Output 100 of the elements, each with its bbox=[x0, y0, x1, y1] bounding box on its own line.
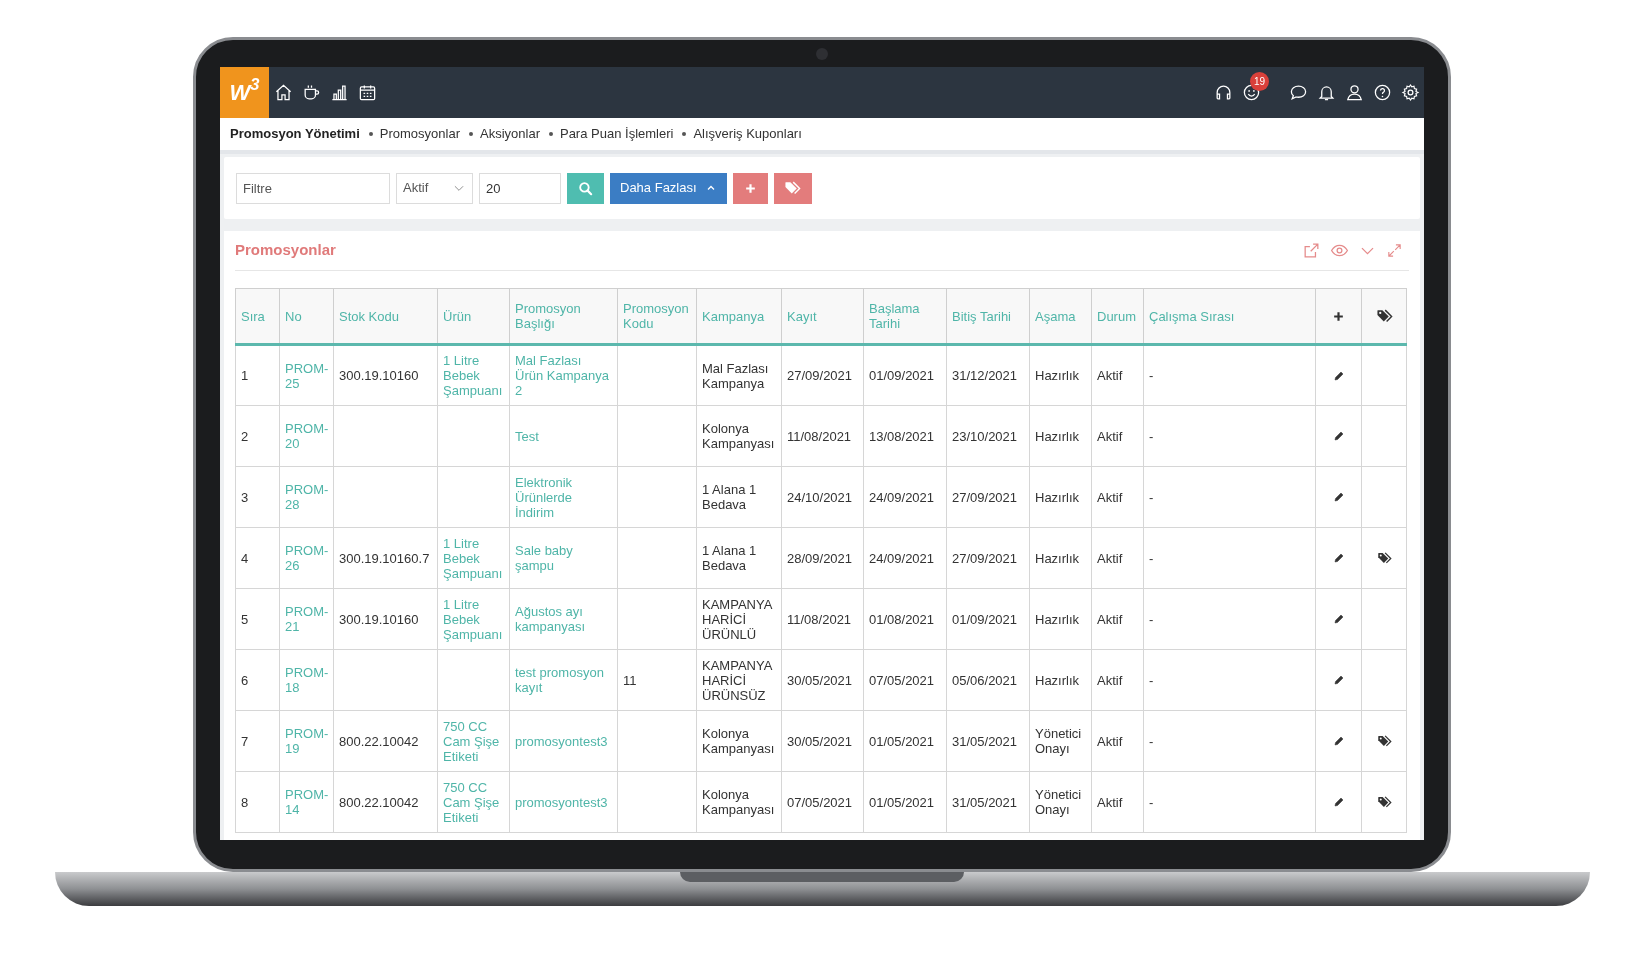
table-cell-text: 13/08/2021 bbox=[869, 428, 936, 444]
column-header[interactable]: Aşama bbox=[1029, 288, 1092, 345]
table-cell: Kolonya Kampanyası bbox=[702, 726, 776, 756]
smiley-icon[interactable] bbox=[1242, 83, 1261, 102]
table-cell-text: Aktif bbox=[1097, 611, 1124, 627]
table-cell-text: 6 bbox=[241, 672, 250, 688]
edit-icon[interactable] bbox=[1332, 796, 1345, 808]
home-icon[interactable] bbox=[274, 83, 293, 102]
table-cell-text: Hazırlık bbox=[1035, 489, 1081, 505]
column-header[interactable]: Bitiş Tarihi bbox=[946, 288, 1030, 345]
column-header[interactable]: Stok Kodu bbox=[333, 288, 438, 345]
table-cell-text: 31/12/2021 bbox=[952, 368, 1019, 383]
tags-icon[interactable] bbox=[1376, 550, 1392, 566]
column-header[interactable]: Promosyon Kodu bbox=[617, 288, 697, 345]
edit-icon[interactable] bbox=[1332, 613, 1345, 625]
column-header[interactable]: No bbox=[279, 288, 334, 345]
bell-icon[interactable] bbox=[1317, 83, 1336, 102]
help-icon[interactable] bbox=[1373, 83, 1392, 102]
user-icon[interactable] bbox=[1345, 83, 1364, 102]
column-header[interactable]: Promosyon Başlığı bbox=[509, 288, 618, 345]
status-dropdown[interactable]: Aktif bbox=[396, 172, 473, 204]
table-cell-text: 1 bbox=[241, 368, 250, 383]
column-header[interactable]: Durum bbox=[1091, 288, 1144, 345]
table-cell-text: Hazırlık bbox=[1035, 550, 1081, 566]
column-header[interactable]: Ürün bbox=[437, 288, 510, 345]
panel-title: Promosyonlar bbox=[235, 240, 336, 261]
chat-icon[interactable] bbox=[1289, 83, 1308, 102]
table-cell-text: KAMPANYA HARİCİ ÜRÜNSÜZ bbox=[702, 657, 774, 703]
plus-icon[interactable] bbox=[1332, 309, 1345, 323]
table-cell-text: 01/09/2021 bbox=[869, 368, 936, 383]
table-cell-text: 31/05/2021 bbox=[952, 733, 1019, 749]
edit-icon[interactable] bbox=[1332, 674, 1345, 686]
table-cell-text: 07/05/2021 bbox=[787, 794, 854, 810]
table-cell-text: Yönetici Onayı bbox=[1035, 787, 1083, 817]
table-cell-text: - bbox=[1149, 489, 1155, 505]
edit-icon[interactable] bbox=[1332, 735, 1345, 747]
table-cell-text: Aktif bbox=[1097, 428, 1124, 444]
breadcrumb-link[interactable]: Para Puan İşlemleri bbox=[559, 124, 674, 144]
tags-icon[interactable] bbox=[1375, 307, 1393, 325]
bar-chart-icon[interactable] bbox=[330, 83, 349, 102]
table-cell-text: 30/05/2021 bbox=[787, 672, 854, 688]
breadcrumb-link[interactable]: Alışveriş Kuponları bbox=[693, 124, 802, 144]
table-cell-text: 1 Alana 1 Bedava bbox=[702, 482, 758, 512]
add-button[interactable] bbox=[732, 172, 768, 204]
table-cell-text: Aktif bbox=[1097, 672, 1124, 688]
table-cell-text: 05/06/2021 bbox=[952, 672, 1019, 688]
table-cell-text: 23/10/2021 bbox=[952, 428, 1019, 444]
table-cell-text: - bbox=[1149, 611, 1155, 627]
table-cell-text: - bbox=[1149, 794, 1155, 810]
table-cell-text: 07/05/2021 bbox=[869, 672, 936, 688]
table-cell-text: - bbox=[1149, 672, 1155, 688]
tags-icon bbox=[784, 179, 802, 197]
table-cell-text: Yönetici Onayı bbox=[1035, 726, 1083, 756]
table-cell-text: 2 bbox=[241, 428, 250, 444]
table-cell-text: 11/08/2021 bbox=[787, 428, 853, 444]
table-cell-text: 27/09/2021 bbox=[787, 368, 854, 383]
table-cell-text: 28/09/2021 bbox=[787, 550, 854, 566]
edit-icon[interactable] bbox=[1332, 491, 1345, 503]
edit-icon[interactable] bbox=[1332, 369, 1345, 382]
table-cell-text: 800.22.10042 bbox=[339, 733, 420, 749]
filter-field[interactable]: Filtre bbox=[236, 172, 390, 204]
cup-icon[interactable] bbox=[302, 83, 321, 102]
count-field[interactable]: 20 bbox=[479, 172, 561, 204]
table-cell-text: 30/05/2021 bbox=[787, 733, 854, 749]
table-cell-text: 11 bbox=[623, 672, 638, 688]
table-cell: Kolonya Kampanyası bbox=[702, 421, 776, 451]
column-header[interactable]: Kayıt bbox=[781, 288, 864, 345]
table-cell-text: KAMPANYA HARİCİ ÜRÜNLÜ bbox=[702, 596, 774, 642]
settings-icon[interactable] bbox=[1401, 83, 1420, 102]
calendar-icon[interactable] bbox=[358, 83, 377, 102]
table-cell-text: 5 bbox=[241, 611, 250, 627]
tags-icon[interactable] bbox=[1376, 733, 1392, 749]
edit-icon[interactable] bbox=[1332, 430, 1345, 442]
logo[interactable]: W$^{3}$ bbox=[220, 67, 269, 118]
column-header[interactable]: Başlama Tarihi bbox=[863, 288, 947, 345]
table-cell-text: 01/05/2021 bbox=[869, 794, 936, 810]
breadcrumb-link[interactable]: Aksiyonlar bbox=[480, 124, 540, 144]
search-icon bbox=[577, 179, 594, 197]
notification-badge: 19 bbox=[1250, 72, 1269, 91]
column-header[interactable]: Kampanya bbox=[696, 288, 782, 345]
table-cell-text: Hazırlık bbox=[1035, 428, 1081, 444]
table-cell-text: 300.19.10160 bbox=[339, 368, 420, 383]
table-cell-text: 7 bbox=[241, 733, 250, 749]
table-cell-text: 1 Alana 1 Bedava bbox=[702, 543, 758, 573]
breadcrumb-link[interactable]: Promosyon Yönetimi bbox=[230, 124, 360, 144]
table-cell-text: 8 bbox=[241, 794, 250, 810]
more-button[interactable]: Daha Fazlası bbox=[610, 172, 727, 204]
table-cell-text: Aktif bbox=[1097, 794, 1124, 810]
tag-button[interactable] bbox=[773, 172, 812, 204]
column-header[interactable]: Çalışma Sırası bbox=[1143, 288, 1316, 345]
table-cell: Kolonya Kampanyası bbox=[702, 787, 776, 817]
table-cell-text: Aktif bbox=[1097, 489, 1124, 505]
column-header[interactable]: Sıra bbox=[235, 288, 280, 345]
table-cell-text: Hazırlık bbox=[1035, 611, 1081, 627]
edit-icon[interactable] bbox=[1332, 552, 1345, 564]
table-cell-text: - bbox=[1149, 550, 1155, 566]
table-cell-text: 800.22.10042 bbox=[339, 794, 420, 810]
breadcrumb-link[interactable]: Promosyonlar bbox=[379, 124, 460, 144]
tags-icon[interactable] bbox=[1376, 794, 1392, 810]
headset-icon[interactable] bbox=[1214, 83, 1233, 102]
